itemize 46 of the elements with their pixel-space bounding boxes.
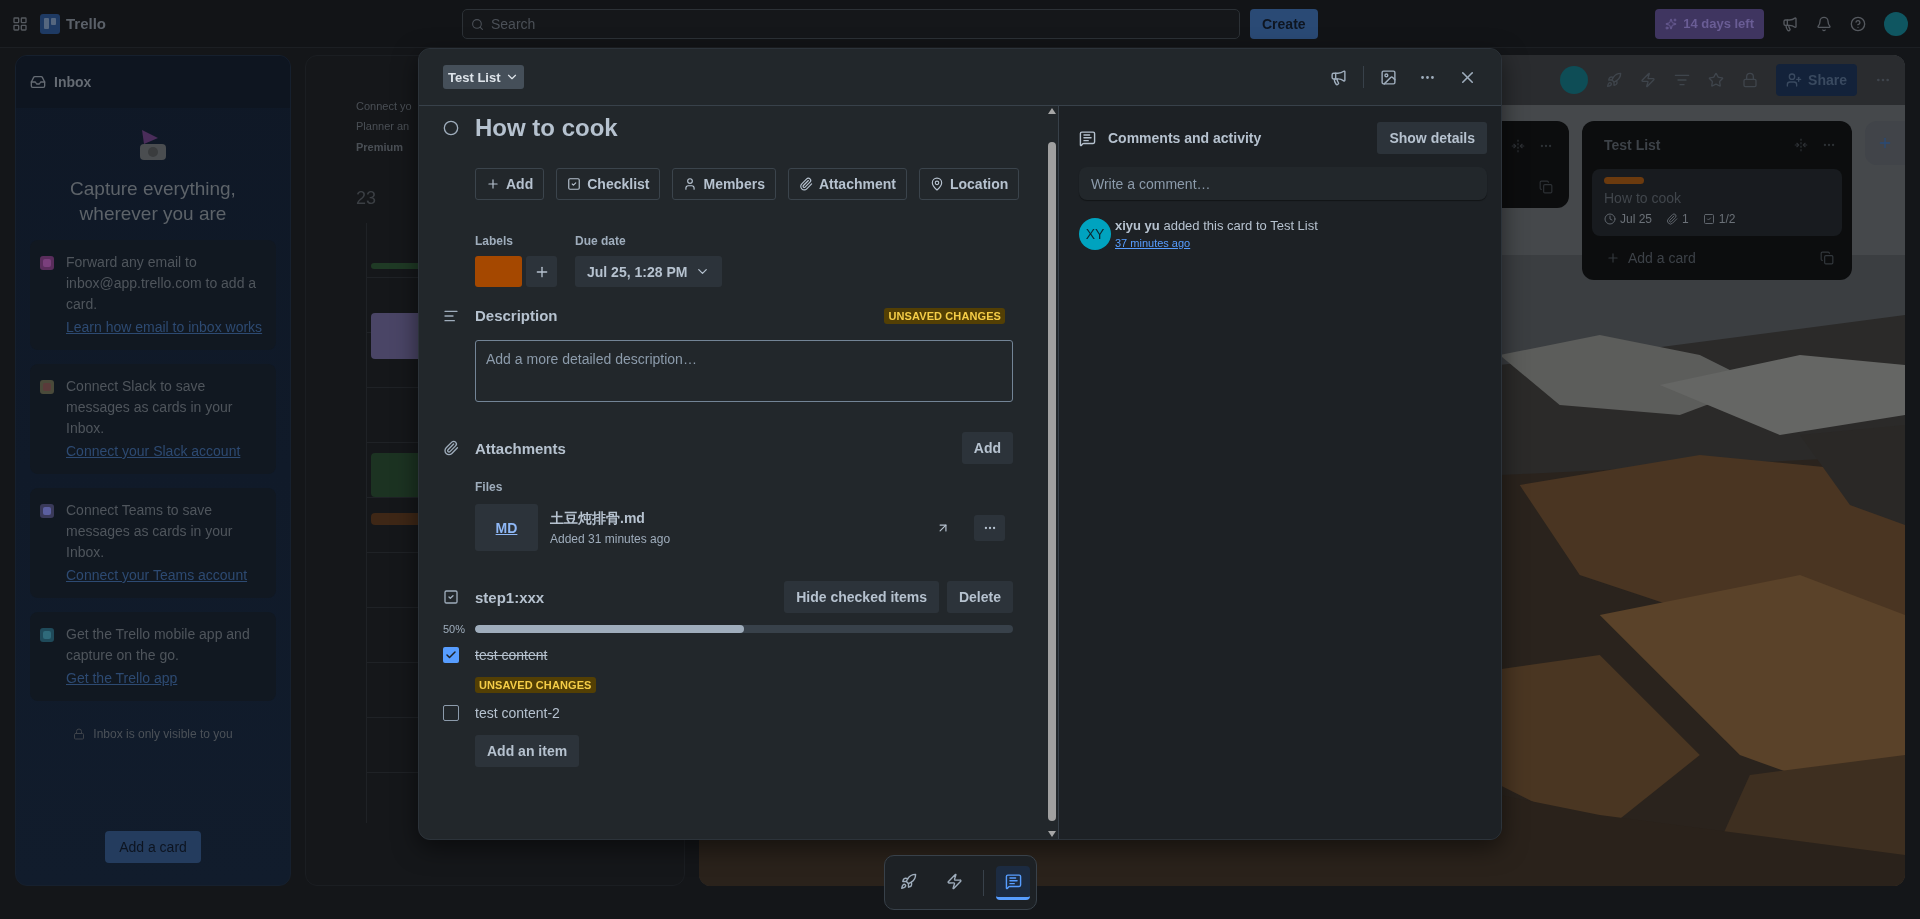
app-name: Trello xyxy=(66,15,106,32)
field-label: Labels xyxy=(475,234,514,248)
add-item-button[interactable]: Add an item xyxy=(475,735,580,767)
timestamp-link[interactable]: 37 minutes ago xyxy=(1115,237,1191,249)
panel-title: Inbox xyxy=(54,74,92,90)
unsaved-badge: UNSAVED CHANGES xyxy=(475,677,596,693)
tip-text: Get the Trello mobile app and capture on the go. xyxy=(66,625,251,665)
checklist-count: 1/2 xyxy=(1718,212,1736,226)
progress-percent: 50% xyxy=(443,623,467,635)
inbox-heading: Capture everything, wherever you are xyxy=(69,177,237,226)
checklist-title: step1:xxx xyxy=(475,588,545,606)
hide-checked-button[interactable]: Hide checked items xyxy=(784,581,939,613)
list-title: Test List xyxy=(1604,137,1662,153)
file-date: Added 31 minutes ago xyxy=(550,531,672,546)
tip-text: Connect Teams to save messages as cards in your Inbox. xyxy=(66,501,234,562)
field-label: Due date xyxy=(575,234,627,248)
activity-text: xiyu yu added this card to Test List xyxy=(1115,218,1318,233)
file-thumbnail[interactable]: MD xyxy=(475,504,538,551)
section-title: Description xyxy=(475,307,558,324)
comment-field[interactable]: Write a comment… xyxy=(1079,167,1487,200)
tip-text: Connect Slack to save messages as cards in your Inbox. xyxy=(66,377,234,438)
tip-text: Forward any email to inbox@app.trello.com to add a card. xyxy=(66,253,258,314)
files-label: Files xyxy=(475,480,504,494)
due-date-text: Jul 25 xyxy=(1620,212,1653,226)
premium-label: Premium xyxy=(356,140,404,155)
search-field[interactable]: Search xyxy=(462,8,1240,39)
show-details-button[interactable]: Show details xyxy=(1377,122,1487,154)
action-button[interactable]: Checklist xyxy=(556,168,661,200)
due-date-button[interactable]: Jul 25, 1:28 PM xyxy=(575,256,723,287)
section-title: Attachments xyxy=(475,439,566,457)
checklist-item[interactable]: test content xyxy=(475,647,1013,663)
delete-button[interactable]: Delete xyxy=(946,581,1013,613)
add-attachment-button[interactable]: Add xyxy=(961,432,1013,464)
action-button[interactable]: Location xyxy=(918,168,1020,200)
card-title: How to cook xyxy=(475,113,619,143)
action-button[interactable]: Add xyxy=(475,168,545,200)
attachment-count: 1 xyxy=(1682,212,1689,226)
action-button[interactable]: Members xyxy=(672,168,776,200)
action-button[interactable]: Attachment xyxy=(787,168,907,200)
section-title: Comments and activity xyxy=(1108,130,1263,146)
checklist-item[interactable]: test content-2 xyxy=(475,705,1013,721)
list-dropdown[interactable]: Test List xyxy=(443,65,524,89)
file-name: 土豆炖排骨.md xyxy=(550,509,646,528)
description-field[interactable]: Add a more detailed description… xyxy=(475,340,1013,402)
unsaved-badge: UNSAVED CHANGES xyxy=(884,307,1005,324)
user-avatar: XY xyxy=(1079,218,1111,250)
